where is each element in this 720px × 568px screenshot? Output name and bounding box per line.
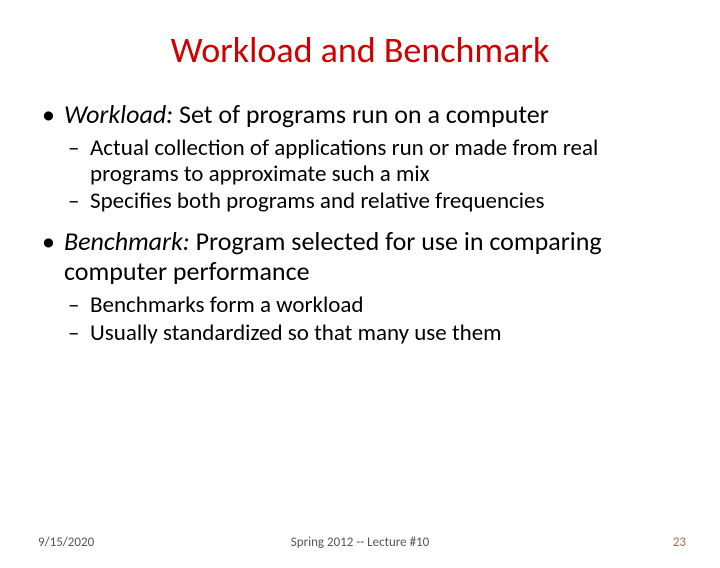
workload-label: Workload: bbox=[64, 98, 173, 130]
slide-content: Workload: Set of programs run on a compu… bbox=[0, 100, 720, 346]
bullet-benchmark: Benchmark: Program selected for use in c… bbox=[38, 227, 682, 287]
footer-center: Spring 2012 -- Lecture #10 bbox=[0, 535, 720, 550]
slide-title: Workload and Benchmark bbox=[0, 28, 720, 72]
workload-text: Set of programs run on a computer bbox=[173, 98, 549, 130]
benchmark-sub1: Benchmarks form a workload bbox=[38, 293, 682, 319]
footer-page: 23 bbox=[673, 535, 686, 550]
bullet-workload: Workload: Set of programs run on a compu… bbox=[38, 100, 682, 130]
benchmark-sub2: Usually standardized so that many use th… bbox=[38, 321, 682, 347]
workload-sub2: Specifies both programs and relative fre… bbox=[38, 189, 682, 215]
slide-footer: 9/15/2020 Spring 2012 -- Lecture #10 23 bbox=[0, 535, 720, 550]
slide: Workload and Benchmark Workload: Set of … bbox=[0, 28, 720, 568]
benchmark-label: Benchmark: bbox=[64, 225, 190, 257]
workload-sub1: Actual collection of applications run or… bbox=[38, 136, 682, 188]
footer-date: 9/15/2020 bbox=[38, 535, 94, 550]
